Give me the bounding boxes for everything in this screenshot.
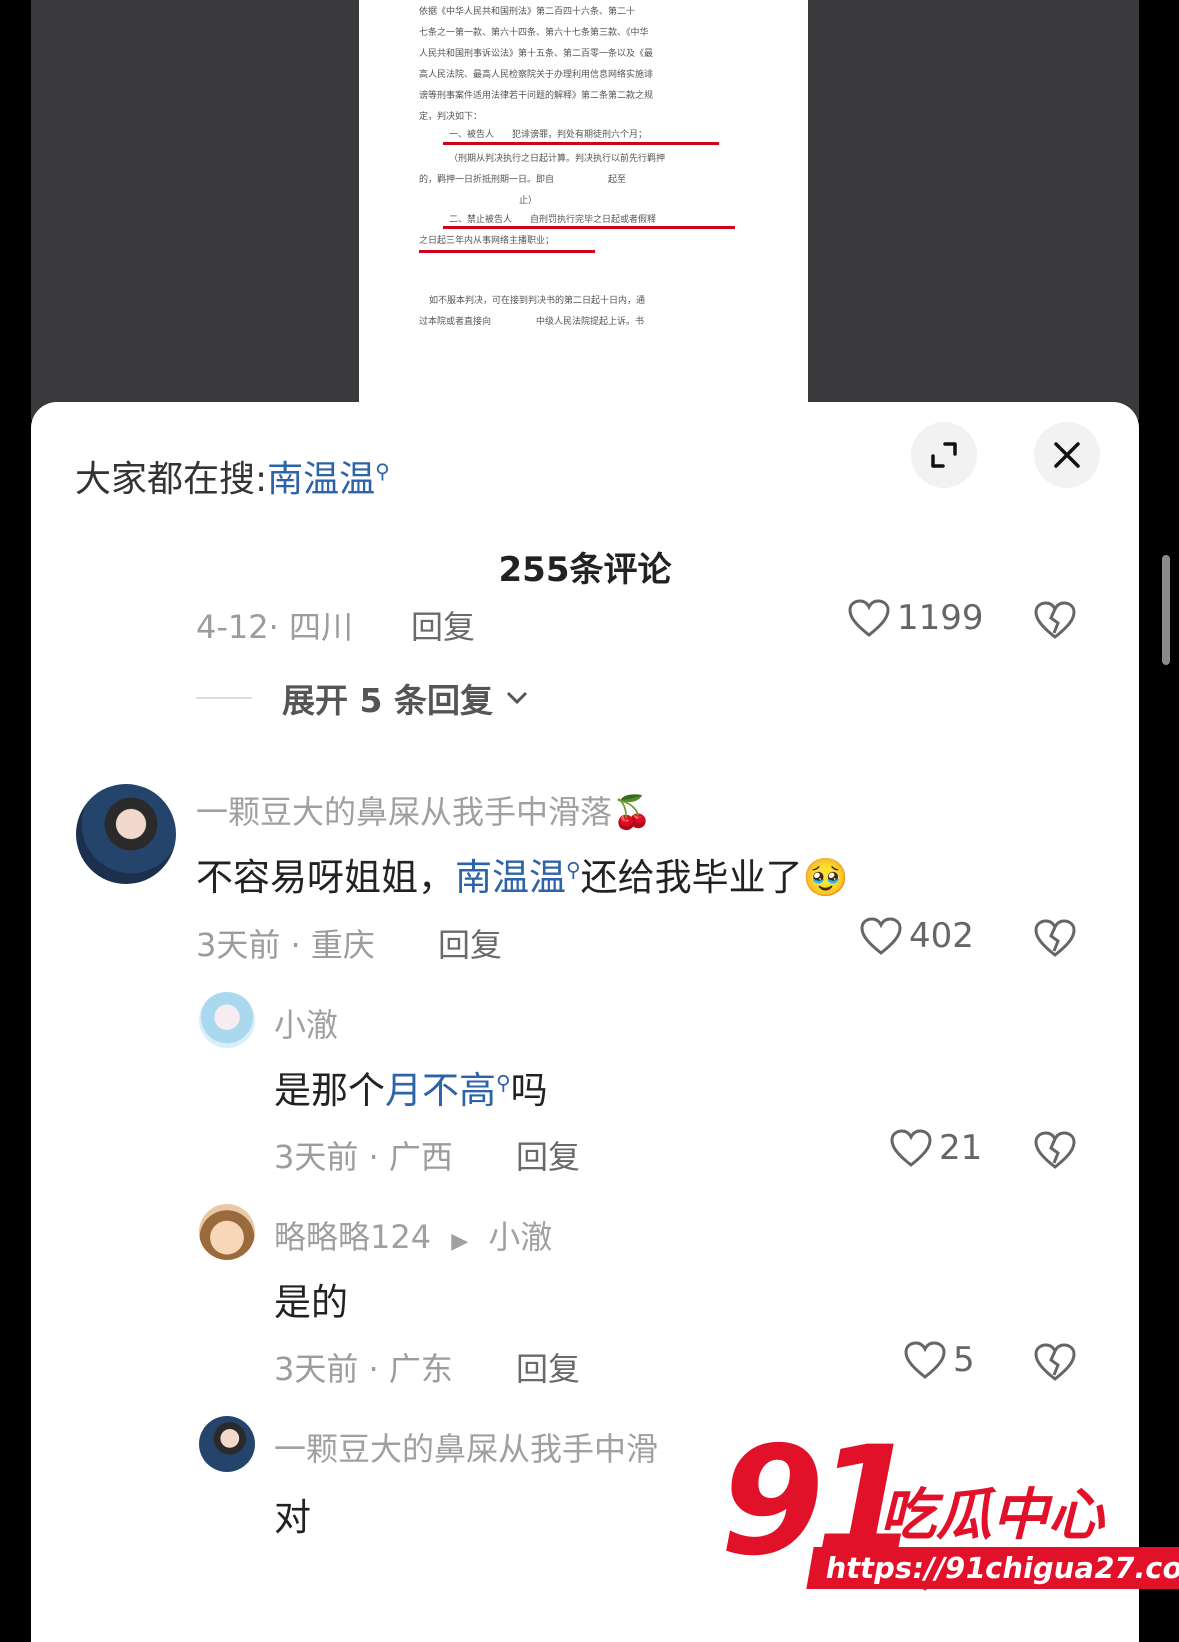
search-icon: ⚲ <box>375 459 390 483</box>
close-icon <box>1054 442 1080 468</box>
watermark-text: 吃瓜中心 <box>880 1483 1104 1548</box>
like-count: 1199 <box>897 598 984 638</box>
reply-username[interactable]: 小澈 <box>274 1000 338 1046</box>
heart-icon <box>848 599 890 637</box>
dislike-button[interactable] <box>1033 600 1077 644</box>
comment-username[interactable]: 一颗豆大的鼻屎从我手中滑落🍒 <box>196 787 652 833</box>
reply-username[interactable]: 一颗豆大的鼻屎从我手中滑 <box>274 1424 658 1470</box>
dislike-button[interactable] <box>1033 1342 1077 1386</box>
reply-button[interactable]: 回复 <box>516 1132 580 1178</box>
search-suggestion[interactable]: 大家都在搜:南温温⚲ <box>75 450 390 502</box>
heart-icon <box>860 917 902 955</box>
reply-arrow-icon: ▶ <box>451 1229 469 1254</box>
reply-button[interactable]: 回复 <box>516 1344 580 1390</box>
heart-icon <box>904 1341 946 1379</box>
like-button[interactable]: 402 <box>859 916 974 956</box>
reply-text: 对 <box>274 1496 311 1539</box>
comment-text: 不容易呀姐姐，南温温⚲还给我毕业了🥹 <box>196 856 849 899</box>
avatar[interactable] <box>199 1204 255 1260</box>
watermark: 91 吃瓜中心 https://91chigua27.com <box>720 1415 1179 1625</box>
heart-icon <box>890 1129 932 1167</box>
broken-heart-icon <box>1034 601 1076 639</box>
comment-meta: 4-12· 四川 <box>196 608 353 646</box>
cherry-icon: 🍒 <box>612 793 652 831</box>
reply-to-username[interactable]: 小澈 <box>488 1218 552 1256</box>
broken-heart-icon <box>1034 1343 1076 1381</box>
reply-button[interactable]: 回复 <box>411 602 475 648</box>
avatar[interactable] <box>199 992 255 1048</box>
search-suggestion-prefix: 大家都在搜: <box>75 459 268 500</box>
like-button[interactable]: 21 <box>889 1128 982 1168</box>
dislike-button[interactable] <box>1033 1130 1077 1174</box>
reply-text: 是的 <box>274 1281 348 1324</box>
reply-button[interactable]: 回复 <box>438 920 502 966</box>
avatar[interactable] <box>76 784 176 884</box>
like-button[interactable]: 1199 <box>847 598 984 638</box>
comment-count-title: 255条评论 <box>498 550 672 590</box>
like-button[interactable]: 5 <box>903 1340 975 1380</box>
search-icon: ⚲ <box>496 1070 511 1095</box>
like-count: 402 <box>909 916 974 956</box>
broken-heart-icon <box>1034 919 1076 957</box>
search-keyword-link[interactable]: 月不高 <box>385 1069 496 1112</box>
scrollbar[interactable] <box>1162 555 1170 665</box>
expand-replies-label: 展开 5 条回复 <box>282 681 493 720</box>
like-count: 5 <box>953 1340 975 1380</box>
crying-face-emoji-icon: 🥹 <box>802 856 849 899</box>
search-suggestion-keyword[interactable]: 南温温 <box>267 459 375 500</box>
document-image: 依据《中华人民共和国刑法》第二百四十六条、第二十 七条之一第一款、第六十四条、第… <box>359 0 808 410</box>
reply-meta: 3天前 · 广西 <box>274 1138 453 1176</box>
reply-username[interactable]: 略略略124 ▶ 小澈 <box>274 1212 552 1258</box>
watermark-url: https://91chigua27.com <box>806 1547 1179 1589</box>
close-button[interactable] <box>1034 422 1100 488</box>
reply-text: 是那个月不高⚲吗 <box>274 1069 548 1112</box>
like-count: 21 <box>939 1128 983 1168</box>
dislike-button[interactable] <box>1033 918 1077 962</box>
expand-panel-button[interactable] <box>911 422 977 488</box>
comment-meta: 3天前 · 重庆 <box>196 926 375 964</box>
chevron-down-icon <box>506 691 528 705</box>
search-icon: ⚲ <box>566 857 581 882</box>
broken-heart-icon <box>1034 1131 1076 1169</box>
expand-icon <box>931 442 957 468</box>
expand-replies-button[interactable]: 展开 5 条回复 <box>196 674 529 722</box>
reply-meta: 3天前 · 广东 <box>274 1350 453 1388</box>
search-keyword-link[interactable]: 南温温 <box>455 856 566 899</box>
divider <box>196 697 252 699</box>
avatar[interactable] <box>199 1416 255 1472</box>
